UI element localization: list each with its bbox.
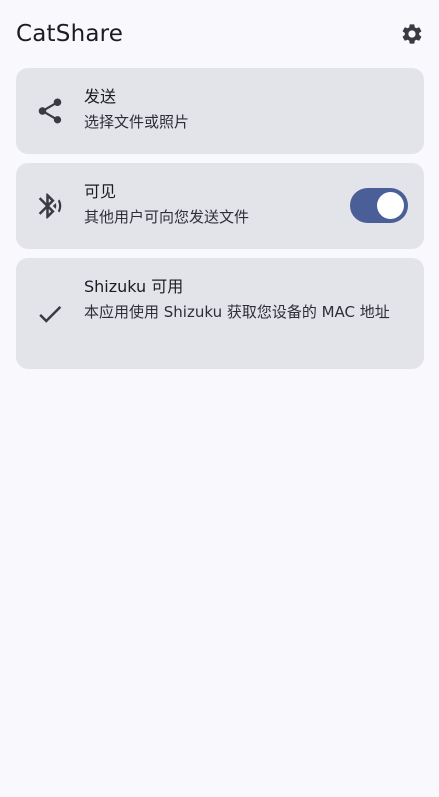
visible-card[interactable]: 可见 其他用户可向您发送文件 — [16, 163, 424, 249]
send-card[interactable]: 发送 选择文件或照片 — [16, 68, 424, 154]
shizuku-card[interactable]: Shizuku 可用 本应用使用 Shizuku 获取您设备的 MAC 地址 — [16, 258, 424, 369]
shizuku-card-text: Shizuku 可用 本应用使用 Shizuku 获取您设备的 MAC 地址 — [84, 275, 408, 325]
visible-title: 可见 — [84, 182, 117, 201]
gear-icon — [402, 24, 422, 44]
visibility-toggle[interactable] — [350, 188, 408, 223]
shizuku-title: Shizuku 可用 — [84, 277, 184, 296]
settings-button[interactable] — [396, 18, 428, 50]
app-title: CatShare — [16, 21, 124, 47]
shizuku-subtitle: 本应用使用 Shizuku 获取您设备的 MAC 地址 — [84, 303, 390, 321]
bluetooth-searching-icon — [32, 188, 68, 224]
send-title: 发送 — [84, 87, 117, 106]
visible-subtitle: 其他用户可向您发送文件 — [84, 208, 250, 226]
toggle-thumb — [377, 192, 404, 219]
share-icon — [32, 93, 68, 129]
top-app-bar: CatShare — [0, 0, 439, 68]
visible-card-text: 可见 其他用户可向您发送文件 — [84, 180, 344, 230]
check-icon — [32, 296, 68, 332]
send-card-text: 发送 选择文件或照片 — [84, 85, 408, 135]
send-subtitle: 选择文件或照片 — [84, 113, 190, 131]
